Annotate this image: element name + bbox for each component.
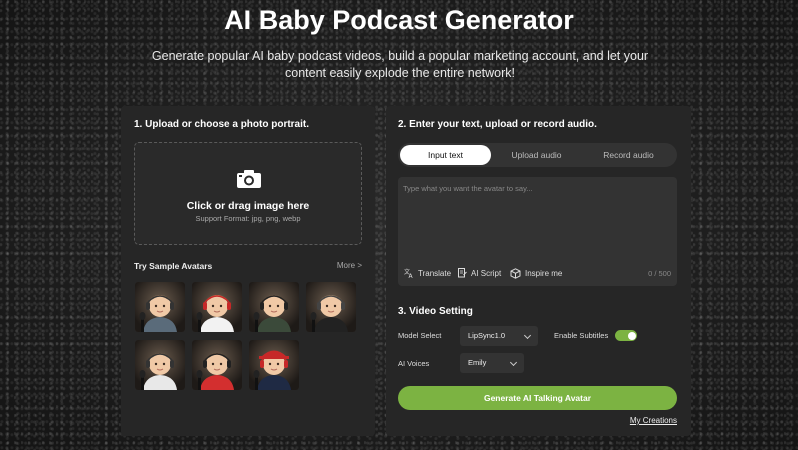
video-setting-heading: 3. Video Setting <box>398 306 473 317</box>
translate-label: Translate <box>418 268 452 278</box>
sample-avatar[interactable] <box>135 282 185 332</box>
generate-button[interactable]: Generate AI Talking Avatar <box>398 386 677 410</box>
cube-icon <box>510 268 521 279</box>
tab-upload-audio[interactable]: Upload audio <box>491 145 582 165</box>
ai-script-button[interactable]: AI Script <box>457 268 501 278</box>
dropzone-formats: Support Format: jpg, png, webp <box>195 214 301 223</box>
voice-select-value: Emily <box>468 358 487 367</box>
chevron-down-icon <box>523 331 532 340</box>
page-subtitle: Generate popular AI baby podcast videos,… <box>151 49 649 80</box>
upload-heading: 1. Upload or choose a photo portrait. <box>134 119 310 130</box>
sample-avatars-label: Try Sample Avatars <box>134 261 213 271</box>
model-select-value: LipSync1.0 <box>468 331 506 340</box>
audio-heading: 2. Enter your text, upload or record aud… <box>398 119 597 130</box>
translate-icon: 文 A <box>404 268 414 278</box>
sample-avatar[interactable] <box>192 282 242 332</box>
sample-avatar[interactable] <box>135 340 185 390</box>
toggle-knob <box>627 331 636 340</box>
audio-panel: 2. Enter your text, upload or record aud… <box>386 106 691 436</box>
dropzone-label: Click or drag image here <box>186 200 310 212</box>
image-dropzone[interactable]: Click or drag image here Support Format:… <box>134 142 362 245</box>
subtitles-label: Enable Subtitles <box>554 331 609 340</box>
inspire-me-button[interactable]: Inspire me <box>510 268 562 279</box>
model-select-label: Model Select <box>398 331 442 340</box>
translate-button[interactable]: 文 A Translate <box>404 268 451 278</box>
voice-select[interactable]: Emily <box>460 353 524 373</box>
tab-record-audio[interactable]: Record audio <box>582 145 675 165</box>
upload-panel: 1. Upload or choose a photo portrait. Cl… <box>121 106 375 436</box>
sample-avatar[interactable] <box>249 282 299 332</box>
tab-input-text[interactable]: Input text <box>400 145 491 165</box>
camera-icon <box>237 170 261 188</box>
sample-avatar[interactable] <box>306 282 356 332</box>
sample-avatar[interactable] <box>249 340 299 390</box>
script-textbox: 文 A Translate AI Script Inspire me 0 / 5… <box>398 177 677 286</box>
chevron-down-icon <box>509 358 518 367</box>
document-icon <box>458 268 467 278</box>
ai-script-label: AI Script <box>471 268 502 278</box>
svg-text:A: A <box>409 273 414 278</box>
ai-voices-label: AI Voices <box>398 359 430 368</box>
my-creations-link[interactable]: My Creations <box>630 416 677 425</box>
subtitles-toggle[interactable] <box>615 330 637 341</box>
audio-tabs: Input text Upload audio Record audio <box>398 143 677 167</box>
char-count: 0 / 500 <box>648 269 671 278</box>
page-title: AI Baby Podcast Generator <box>224 5 574 35</box>
inspire-me-label: Inspire me <box>525 269 563 278</box>
model-select[interactable]: LipSync1.0 <box>460 326 538 346</box>
more-avatars-link[interactable]: More > <box>337 261 362 270</box>
sample-avatar[interactable] <box>192 340 242 390</box>
script-input[interactable] <box>398 177 677 261</box>
